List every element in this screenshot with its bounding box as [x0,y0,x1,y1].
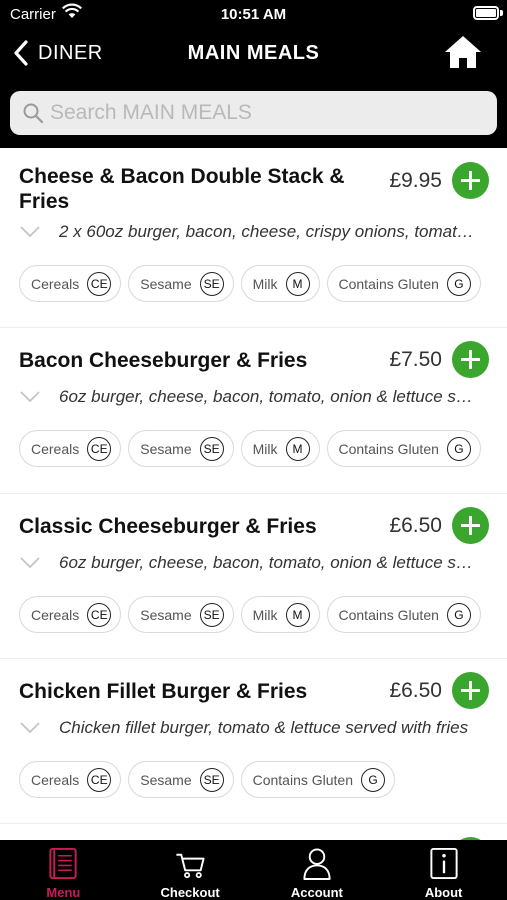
item-name: Cheese & Bacon Double Stack & Fries [19,165,345,213]
menu-item[interactable]: Classic Cheeseburger & Fries £6.50 6oz b… [0,494,507,659]
page-title: MAIN MEALS [187,42,320,64]
allergen-tag: Contains Gluten G [326,430,481,467]
menu-item-partial[interactable] [0,824,507,840]
allergen-code-badge: SE [199,602,224,627]
item-price: £6.50 [389,514,442,537]
tab-checkout[interactable]: Checkout [127,840,254,900]
menu-item[interactable]: Bacon Cheeseburger & Fries £7.50 6oz bur… [0,328,507,494]
search-icon [23,103,44,124]
chevron-down-icon[interactable] [20,722,40,734]
tab-label: Menu [46,885,81,900]
chevron-down-icon[interactable] [20,391,40,403]
item-name: Bacon Cheeseburger & Fries [19,349,308,372]
status-bar: Carrier 10:51 AM [0,0,507,28]
nav-bar: DINER MAIN MEALS [0,30,507,80]
tab-about[interactable]: About [380,840,507,900]
allergen-code-badge: SE [199,271,224,296]
allergen-tag: Sesame SE [128,761,234,798]
allergen-code-badge: SE [199,436,224,461]
item-name: Chicken Fillet Burger & Fries [19,680,308,703]
allergen-tag: Sesame SE [128,596,234,633]
allergen-code-badge: CE [87,767,112,792]
allergen-code-badge: G [446,271,471,296]
allergen-code-badge: SE [199,767,224,792]
allergen-tag: Sesame SE [128,265,234,302]
allergen-code-badge: G [446,436,471,461]
allergen-tag: Milk M [240,265,320,302]
item-price: £9.95 [389,169,442,192]
allergen-tags: Cereals CE Sesame SE Milk M Contains Gluten… [19,265,488,302]
menu-item-list[interactable]: Cheese & Bacon Double Stack & Fries £9.9… [0,148,507,840]
allergen-code-badge: M [285,436,310,461]
item-description: 2 x 60oz burger, bacon, cheese, crispy o… [59,222,479,241]
item-description: 6oz burger, cheese, bacon, tomato, onion… [59,387,479,406]
allergen-tags: Cereals CE Sesame SE Contains Gluten G [19,761,402,798]
menu-book-icon [49,847,77,880]
allergen-tag: Contains Gluten G [326,265,481,302]
item-price: £7.50 [389,348,442,371]
status-time: 10:51 AM [220,6,287,23]
add-to-basket-button[interactable] [452,507,489,544]
allergen-tag: Cereals CE [19,265,122,302]
search-input[interactable] [50,101,480,125]
allergen-tag: Cereals CE [19,761,122,798]
allergen-tag: Contains Gluten G [326,596,481,633]
battery-icon [473,6,499,20]
tab-label: Checkout [160,885,220,900]
allergen-tag: Cereals CE [19,430,122,467]
person-icon [303,848,331,880]
allergen-tags: Cereals CE Sesame SE Milk M Contains Gluten… [19,430,488,467]
allergen-code-badge: M [285,271,310,296]
item-name: Classic Cheeseburger & Fries [19,515,317,538]
menu-item[interactable]: Cheese & Bacon Double Stack & Fries £9.9… [0,148,507,328]
tab-menu[interactable]: Menu [0,840,127,900]
allergen-tag: Contains Gluten G [240,761,396,798]
allergen-code-badge: G [446,602,471,627]
add-to-basket-button[interactable] [452,162,489,199]
allergen-tag: Milk M [240,596,320,633]
battery-tip [500,10,503,16]
allergen-tag: Milk M [240,430,320,467]
item-description: 6oz burger, cheese, bacon, tomato, onion… [59,553,479,572]
search-bar[interactable] [10,91,497,135]
menu-item[interactable]: Chicken Fillet Burger & Fries £6.50 Chic… [0,659,507,824]
tab-bar: Menu Checkout Account About [0,840,507,900]
allergen-code-badge: G [361,767,386,792]
chevron-down-icon[interactable] [20,557,40,569]
tab-label: About [424,885,463,900]
info-icon [430,847,458,880]
allergen-code-badge: CE [87,271,112,296]
add-to-basket-button[interactable] [452,672,489,709]
item-description: Chicken fillet burger, tomato & lettuce … [59,718,469,737]
tab-label: Account [290,885,343,900]
allergen-tag: Sesame SE [128,430,234,467]
allergen-tags: Cereals CE Sesame SE Milk M Contains Gluten… [19,596,488,633]
header: Carrier 10:51 AM DINER MAIN MEALS [0,0,507,148]
item-price: £6.50 [389,679,442,702]
home-icon[interactable] [443,34,483,70]
cart-icon [176,853,205,879]
allergen-code-badge: CE [87,436,112,461]
allergen-code-badge: M [285,602,310,627]
chevron-down-icon[interactable] [20,226,40,238]
allergen-tag: Cereals CE [19,596,122,633]
add-to-basket-button[interactable] [452,341,489,378]
tab-account[interactable]: Account [254,840,381,900]
allergen-code-badge: CE [87,602,112,627]
